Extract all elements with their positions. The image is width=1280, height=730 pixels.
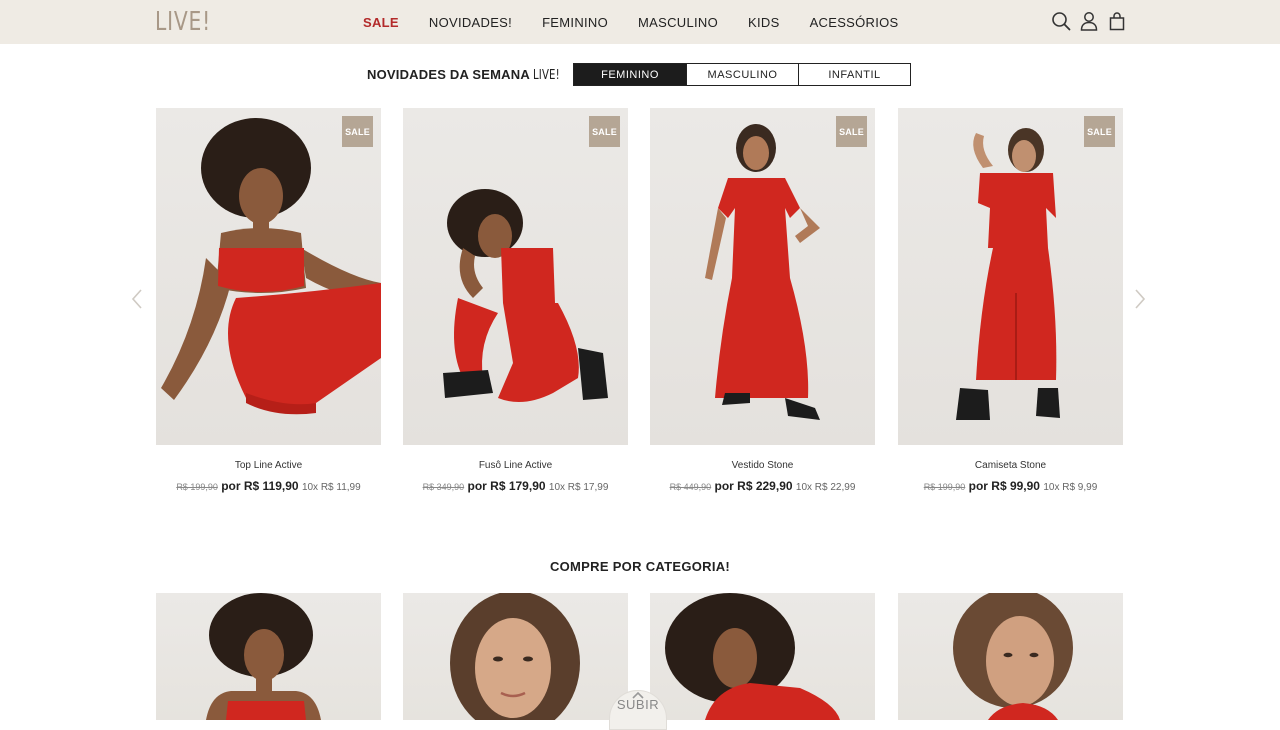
nav-item-sale[interactable]: SALE bbox=[363, 15, 399, 30]
sale-badge: SALE bbox=[589, 116, 620, 147]
current-price: por R$ 99,90 bbox=[968, 479, 1040, 493]
current-price: por R$ 229,90 bbox=[714, 479, 793, 493]
sale-badge: SALE bbox=[1084, 116, 1115, 147]
old-price: R$ 199,90 bbox=[923, 482, 966, 492]
weekly-news-brand: LIVE! bbox=[533, 68, 561, 83]
user-icon[interactable] bbox=[1078, 10, 1100, 32]
sale-badge: SALE bbox=[836, 116, 867, 147]
header-icons bbox=[1050, 10, 1134, 32]
installments: 10x R$ 9,99 bbox=[1043, 482, 1098, 493]
tab-masculino[interactable]: MASCULINO bbox=[686, 64, 798, 85]
product-name[interactable]: Fusô Line Active bbox=[403, 460, 628, 471]
tab-feminino[interactable]: FEMININO bbox=[574, 64, 686, 85]
product-card[interactable]: SALE Vestido Stone R$ 449,90 por R$ 229,… bbox=[650, 108, 875, 493]
nav-item-novidades[interactable]: NOVIDADES! bbox=[429, 15, 512, 30]
main-nav: SALE NOVIDADES! FEMININO MASCULINO KIDS … bbox=[348, 0, 914, 44]
nav-item-acessorios[interactable]: ACESSÓRIOS bbox=[810, 15, 899, 30]
product-name[interactable]: Camiseta Stone bbox=[898, 460, 1123, 471]
product-image[interactable]: SALE bbox=[156, 108, 381, 445]
product-price: R$ 199,90 por R$ 119,90 10x R$ 11,99 bbox=[156, 479, 381, 493]
old-price: R$ 449,90 bbox=[669, 482, 712, 492]
carousel-prev-arrow[interactable] bbox=[130, 288, 144, 310]
sale-badge: SALE bbox=[342, 116, 373, 147]
installments: 10x R$ 17,99 bbox=[548, 482, 609, 493]
current-price: por R$ 179,90 bbox=[467, 479, 546, 493]
site-header: LIVE! SALE NOVIDADES! FEMININO MASCULINO… bbox=[0, 0, 1280, 44]
search-icon[interactable] bbox=[1050, 10, 1072, 32]
product-card[interactable]: SALE Top Line Active R$ 199,90 por R$ 11… bbox=[156, 108, 381, 493]
nav-item-masculino[interactable]: MASCULINO bbox=[638, 15, 718, 30]
product-price: R$ 449,90 por R$ 229,90 10x R$ 22,99 bbox=[650, 479, 875, 493]
installments: 10x R$ 22,99 bbox=[795, 482, 856, 493]
product-price: R$ 199,90 por R$ 99,90 10x R$ 9,99 bbox=[898, 479, 1123, 493]
product-card[interactable]: SALE Fusô Line Active R$ 349,90 por R$ 1… bbox=[403, 108, 628, 493]
product-image[interactable]: SALE bbox=[403, 108, 628, 445]
weekly-news-row: NOVIDADES DA SEMANA LIVE! FEMININO MASCU… bbox=[0, 63, 1280, 86]
nav-item-kids[interactable]: KIDS bbox=[748, 15, 780, 30]
categories-title: COMPRE POR CATEGORIA! bbox=[549, 559, 731, 574]
scroll-top-label: SUBIR bbox=[616, 697, 660, 712]
product-name[interactable]: Vestido Stone bbox=[650, 460, 875, 471]
product-price: R$ 349,90 por R$ 179,90 10x R$ 17,99 bbox=[403, 479, 628, 493]
current-price: por R$ 119,90 bbox=[221, 479, 299, 493]
old-price: R$ 349,90 bbox=[422, 482, 465, 492]
installments: 10x R$ 11,99 bbox=[301, 482, 361, 493]
category-card[interactable] bbox=[898, 593, 1123, 720]
gender-tabs: FEMININO MASCULINO INFANTIL bbox=[573, 63, 911, 86]
product-name[interactable]: Top Line Active bbox=[156, 460, 381, 471]
weekly-news-title: NOVIDADES DA SEMANA LIVE! bbox=[367, 67, 568, 83]
product-image[interactable]: SALE bbox=[898, 108, 1123, 445]
category-card[interactable] bbox=[156, 593, 381, 720]
carousel-next-arrow[interactable] bbox=[1133, 288, 1147, 310]
tab-infantil[interactable]: INFANTIL bbox=[798, 64, 910, 85]
weekly-news-title-text: NOVIDADES DA SEMANA bbox=[367, 67, 530, 82]
product-image[interactable]: SALE bbox=[650, 108, 875, 445]
nav-item-feminino[interactable]: FEMININO bbox=[542, 15, 608, 30]
category-card[interactable] bbox=[403, 593, 628, 720]
category-card[interactable] bbox=[650, 593, 875, 720]
site-logo[interactable]: LIVE! bbox=[155, 7, 211, 37]
bag-icon[interactable] bbox=[1106, 10, 1128, 32]
old-price: R$ 199,90 bbox=[176, 482, 218, 492]
product-card[interactable]: SALE Camiseta Stone R$ 199,90 por R$ 99,… bbox=[898, 108, 1123, 493]
